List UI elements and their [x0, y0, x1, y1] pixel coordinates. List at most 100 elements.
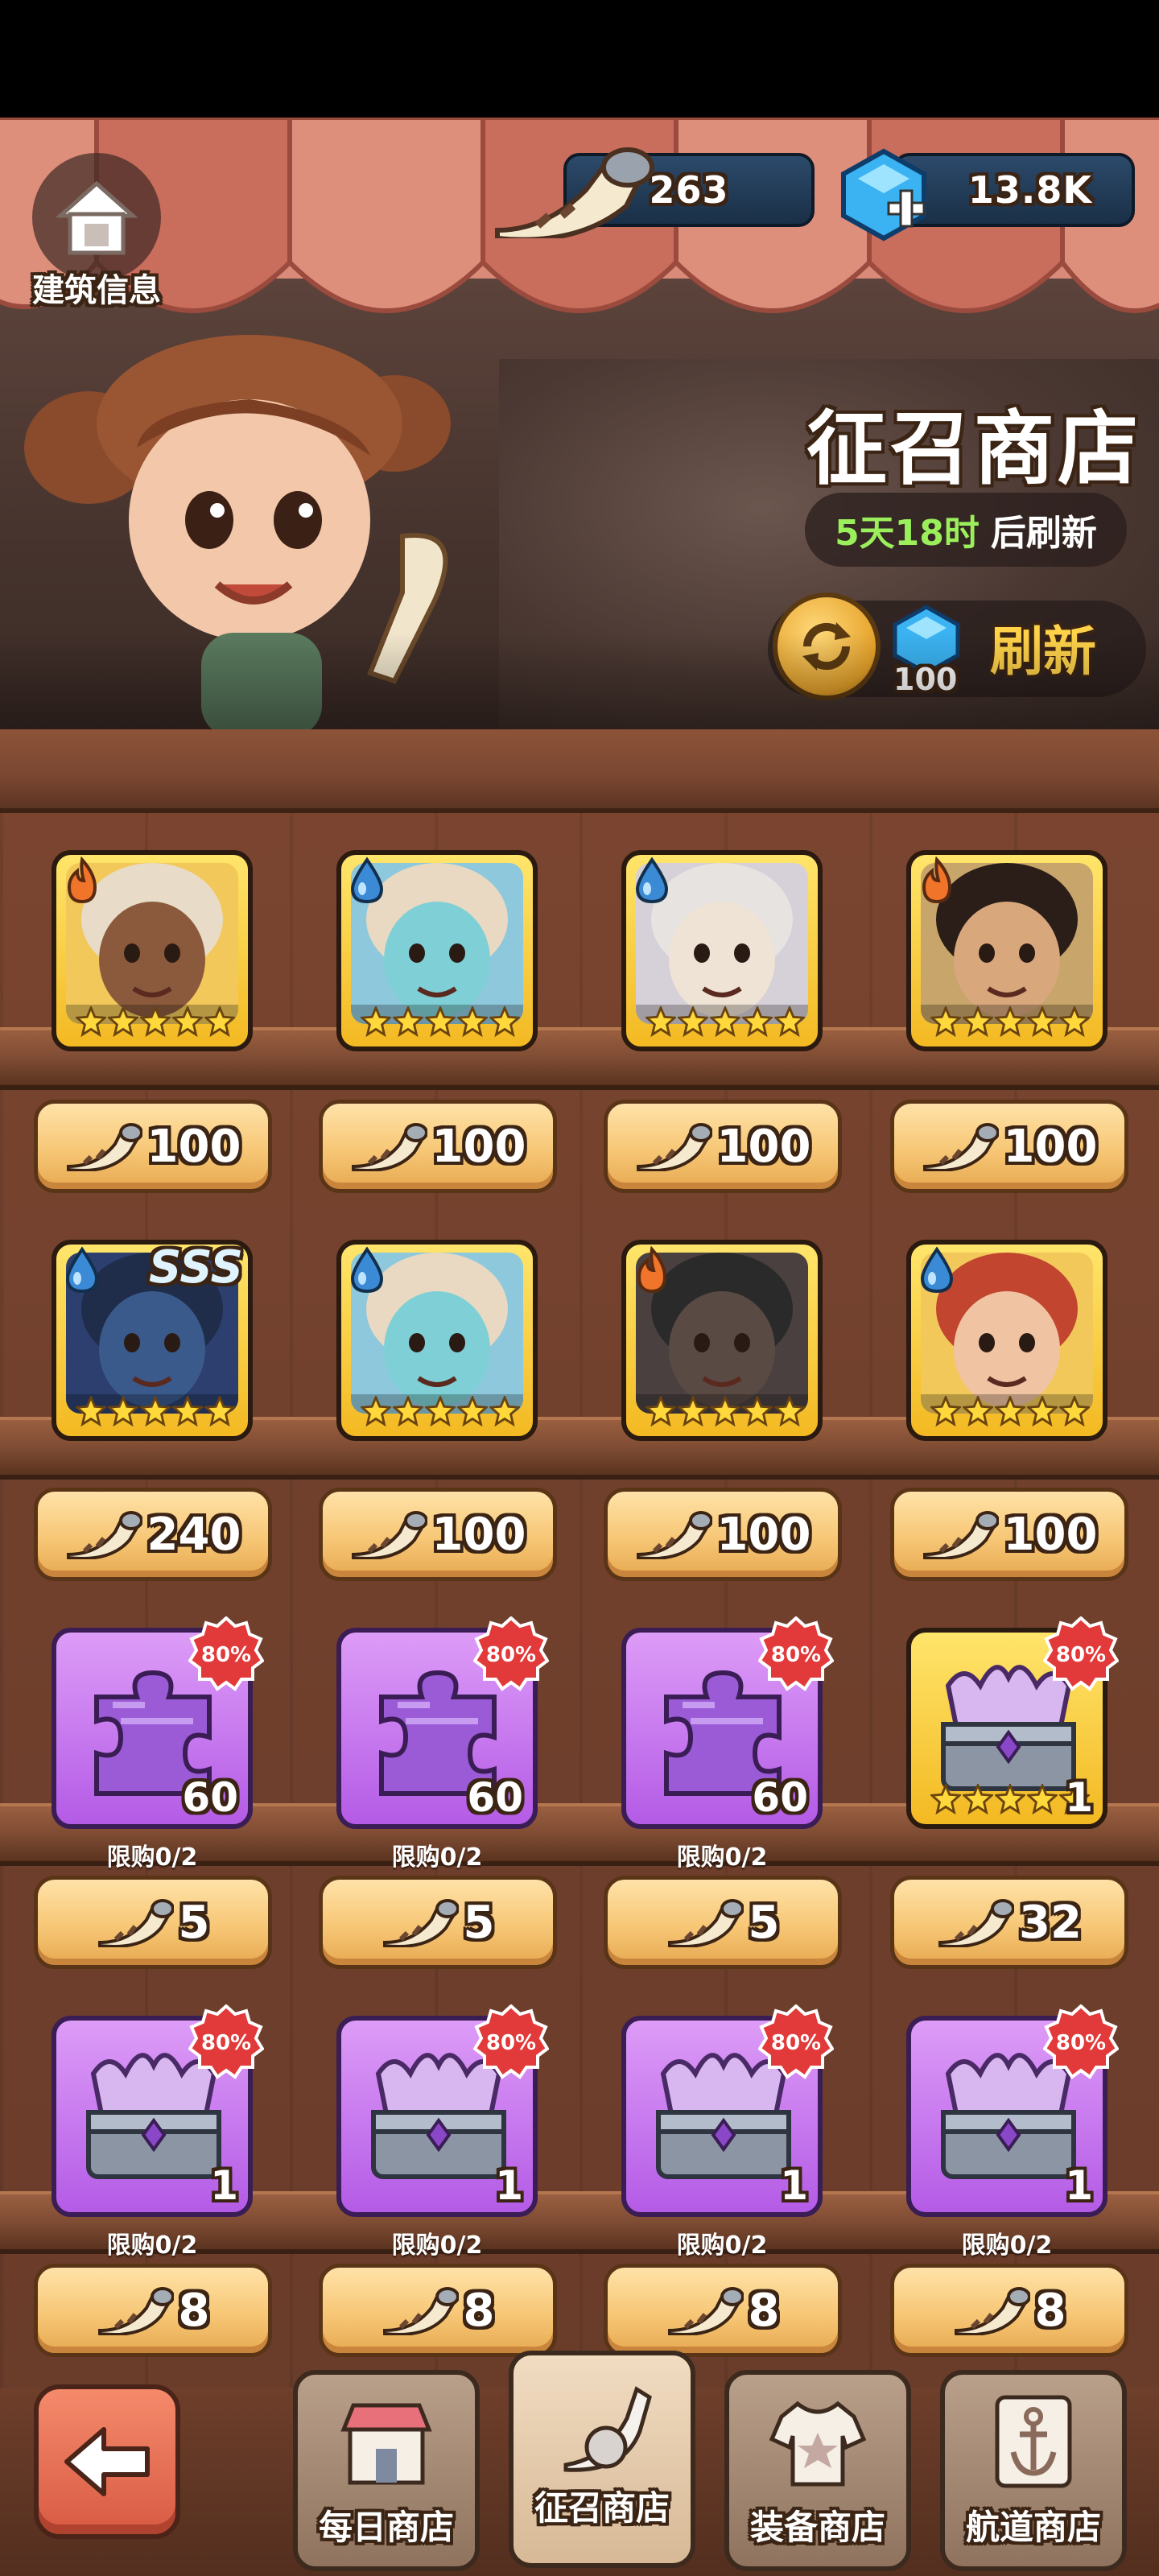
price-button[interactable]: 5: [604, 1876, 842, 1969]
star-icon: [1027, 1396, 1058, 1426]
tab-daily-shop[interactable]: 每日商店: [293, 2370, 480, 2571]
star-icon: [172, 1006, 203, 1037]
tab-recruit-shop[interactable]: 征召商店: [509, 2351, 695, 2568]
hero-card[interactable]: [906, 1240, 1107, 1441]
hero-card[interactable]: [621, 850, 823, 1051]
star-rating: [930, 1006, 1090, 1043]
price-amount: 8: [178, 2284, 210, 2337]
water-element-icon: [350, 857, 384, 904]
horn-icon: [66, 1511, 142, 1559]
shirt-icon: [769, 2401, 867, 2487]
horn-icon: [351, 1123, 427, 1171]
svg-text:80%: 80%: [771, 1643, 821, 1667]
star-icon: [710, 1396, 740, 1426]
star-rating: [361, 1396, 520, 1433]
item-quantity: 60: [467, 1774, 523, 1821]
tab-equipment-shop[interactable]: 装备商店: [724, 2370, 911, 2571]
purchase-limit: 限购0/2: [106, 1843, 198, 1872]
star-icon: [774, 1006, 805, 1037]
hero-card[interactable]: [906, 850, 1107, 1051]
star-icon: [678, 1396, 708, 1426]
star-icon: [930, 1396, 961, 1426]
refresh-countdown: 5天18时 后刷新: [805, 493, 1127, 567]
horn-icon: [66, 1123, 142, 1171]
horn-icon: [563, 2386, 652, 2472]
horn-icon: [954, 2287, 1030, 2335]
star-icon: [742, 1006, 773, 1037]
discount-badge-shape: 80%: [1042, 1616, 1120, 1691]
price-button[interactable]: 8: [319, 2264, 557, 2357]
star-rating: [930, 1396, 1090, 1433]
svg-text:80%: 80%: [1056, 2031, 1106, 2055]
star-icon: [204, 1006, 235, 1037]
price-button[interactable]: 100: [34, 1100, 272, 1193]
discount-badge-shape: 80%: [757, 2004, 835, 2079]
discount-badge-shape: 80%: [188, 2004, 265, 2079]
price-button[interactable]: 8: [34, 2264, 272, 2357]
discount-badge-shape: 80%: [1042, 2004, 1120, 2079]
price-button[interactable]: 100: [890, 1100, 1128, 1193]
horn-icon: [922, 1511, 999, 1559]
star-icon: [457, 1396, 488, 1426]
purchase-limit: 限购0/2: [391, 2231, 483, 2260]
star-icon: [963, 1006, 993, 1037]
discount-badge-shape: 80%: [757, 1616, 835, 1691]
price-button[interactable]: 100: [604, 1488, 842, 1581]
discount-badge: 80%: [472, 2004, 550, 2080]
house-icon: [55, 180, 138, 255]
star-icon: [963, 1784, 993, 1814]
hero-grade-badge: SSS: [148, 1241, 243, 1294]
price-button[interactable]: 32: [890, 1876, 1128, 1969]
hero-card[interactable]: [336, 850, 538, 1051]
page-title: 征召商店: [806, 402, 1141, 496]
discount-badge: 80%: [1042, 1616, 1120, 1692]
purchase-limit: 限购0/2: [106, 2231, 198, 2260]
star-icon: [774, 1396, 805, 1426]
discount-badge: 80%: [188, 2004, 265, 2080]
refresh-countdown-value: 5天18时: [835, 513, 980, 554]
price-button[interactable]: 100: [890, 1488, 1128, 1581]
item-quantity: 60: [752, 1774, 808, 1821]
star-icon: [393, 1006, 423, 1037]
svg-text:80%: 80%: [1056, 1643, 1106, 1667]
water-element-icon: [65, 1246, 99, 1294]
price-button[interactable]: 100: [319, 1488, 557, 1581]
building-info-button[interactable]: 建筑信息: [29, 153, 164, 314]
refresh-countdown-suffix: 后刷新: [990, 513, 1097, 554]
price-button[interactable]: 8: [890, 2264, 1128, 2357]
price-amount: 5: [748, 1896, 780, 1949]
price-button[interactable]: 100: [319, 1100, 557, 1193]
tab-route-shop[interactable]: 航道商店: [940, 2370, 1127, 2571]
price-amount: 100: [431, 1508, 526, 1561]
hero-card[interactable]: SSS: [52, 1240, 253, 1441]
star-icon: [645, 1396, 676, 1426]
star-icon: [645, 1006, 676, 1037]
star-icon: [1059, 1396, 1090, 1426]
discount-badge: 80%: [757, 1616, 835, 1692]
star-icon: [140, 1396, 171, 1426]
horn-icon: [922, 1123, 999, 1171]
item-quantity: 1: [1065, 1774, 1093, 1821]
discount-badge: 80%: [188, 1616, 265, 1692]
horn-currency-icon: [495, 147, 654, 238]
price-button[interactable]: 240: [34, 1488, 272, 1581]
star-rating: [76, 1006, 235, 1043]
gem-currency-value: 13.8K: [967, 168, 1093, 212]
fire-element-icon: [922, 857, 952, 904]
status-bar: [0, 0, 1159, 118]
fire-element-icon: [637, 1246, 667, 1294]
star-icon: [172, 1396, 203, 1426]
price-button[interactable]: 5: [319, 1876, 557, 1969]
back-button[interactable]: [34, 2384, 180, 2539]
discount-badge: 80%: [1042, 2004, 1120, 2080]
gem-currency-icon[interactable]: [835, 147, 932, 243]
price-button[interactable]: 5: [34, 1876, 272, 1969]
hero-card[interactable]: [621, 1240, 823, 1441]
discount-badge: 80%: [472, 1616, 550, 1692]
anchor-icon: [995, 2395, 1072, 2488]
price-button[interactable]: 8: [604, 2264, 842, 2357]
hero-card[interactable]: [336, 1240, 538, 1441]
hero-card[interactable]: [52, 850, 253, 1051]
price-button[interactable]: 100: [604, 1100, 842, 1193]
header-shadow: [0, 633, 1159, 729]
